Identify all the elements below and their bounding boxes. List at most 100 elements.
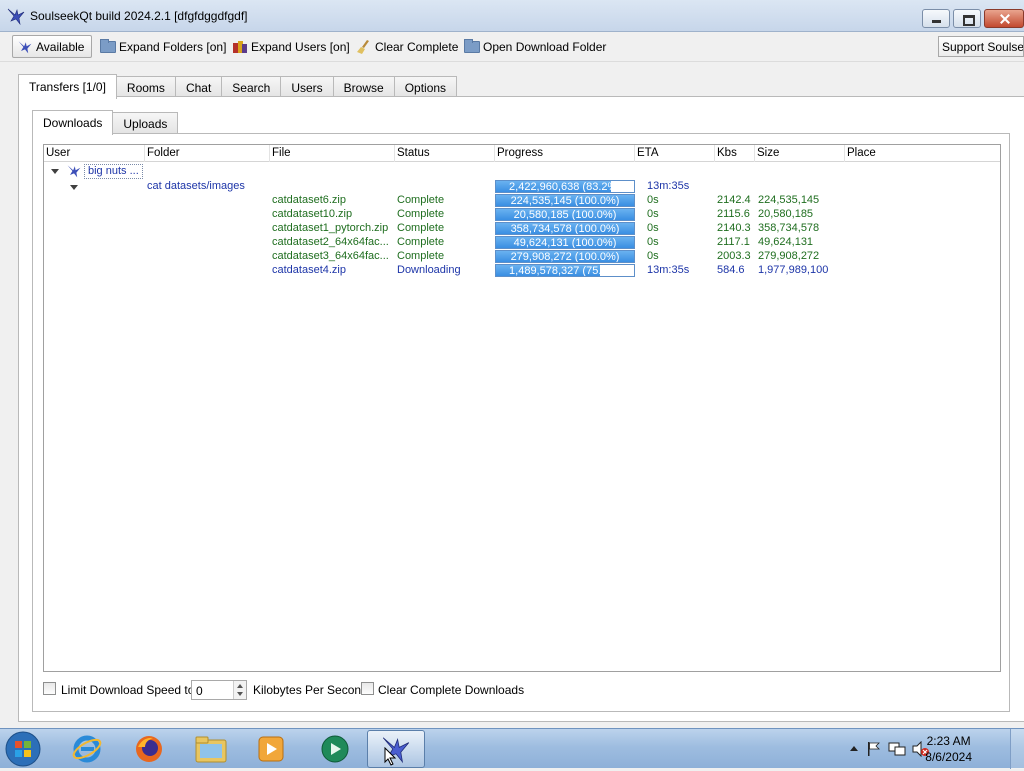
title-bar: SoulseekQt build 2024.2.1 [dfgfdggdfgdf]: [0, 0, 1024, 32]
file-kbs: 2142.4: [717, 194, 751, 206]
limit-speed-checkbox[interactable]: [43, 682, 56, 695]
tab-options[interactable]: Options: [393, 76, 458, 98]
media-player-icon: [258, 736, 284, 762]
file-progress-bar: 1,489,578,327 (75.3%): [495, 264, 635, 277]
file-kbs: 2117.1: [717, 236, 750, 248]
tab-chat[interactable]: Chat: [174, 76, 223, 98]
soulseek-taskbar-button[interactable]: [367, 730, 425, 768]
users-icon: [233, 40, 247, 53]
start-button[interactable]: [4, 730, 48, 768]
tab-transfers[interactable]: Transfers [1/0]: [18, 74, 117, 99]
file-size: 20,580,185: [758, 208, 814, 220]
file-progress-text: 1,489,578,327 (75.3%): [509, 265, 621, 277]
broom-icon: [357, 39, 369, 54]
file-name: catdataset3_64x64fac...: [272, 250, 389, 262]
media-center-taskbar-button[interactable]: [306, 730, 364, 768]
tab-users[interactable]: Users: [280, 76, 334, 98]
file-status: Complete: [397, 208, 445, 220]
file-progress-bar: 20,580,185 (100.0%): [495, 208, 635, 221]
file-size: 1,977,989,100: [758, 264, 829, 276]
column-status[interactable]: Status: [395, 145, 495, 162]
available-button[interactable]: Available: [12, 35, 92, 58]
file-name: catdataset2_64x64fac...: [272, 236, 389, 248]
media-player-taskbar-button[interactable]: [242, 730, 300, 768]
file-eta: 0s: [647, 250, 659, 262]
file-explorer-taskbar-button[interactable]: [182, 730, 240, 768]
tab-rooms[interactable]: Rooms: [115, 76, 176, 98]
open-download-folder-label: Open Download Folder: [483, 39, 607, 54]
download-options: Limit Download Speed to 0 Kilobytes Per …: [40, 680, 740, 700]
file-progress-text: 358,734,578 (100.0%): [510, 223, 620, 235]
clock[interactable]: 2:23 AM 8/6/2024: [925, 733, 972, 765]
show-hidden-icons-arrow-icon[interactable]: [850, 745, 858, 751]
maximize-button[interactable]: [953, 9, 981, 28]
show-desktop-button[interactable]: [1010, 729, 1024, 769]
speed-limit-spinbox[interactable]: 0: [191, 680, 247, 700]
clear-complete-downloads-label: Clear Complete Downloads: [378, 683, 525, 697]
open-download-folder-button[interactable]: Open Download Folder: [464, 35, 606, 58]
internet-explorer-taskbar-button[interactable]: [58, 730, 116, 768]
clock-date: 8/6/2024: [925, 750, 972, 764]
column-folder[interactable]: Folder: [145, 145, 270, 162]
tab-uploads[interactable]: Uploads: [112, 112, 179, 134]
expand-users-label: Expand Users [on]: [251, 39, 350, 54]
close-button[interactable]: [984, 9, 1024, 28]
collapse-folder-arrow-icon[interactable]: [70, 185, 78, 190]
user-row[interactable]: big nuts ...: [66, 163, 143, 179]
file-progress-text: 279,908,272 (100.0%): [510, 251, 620, 263]
tab-downloads[interactable]: Downloads: [32, 110, 114, 135]
file-eta: 0s: [647, 236, 659, 248]
minimize-button[interactable]: [922, 9, 950, 28]
downloads-tree[interactable]: User Folder File Status Progress ETA Kbs…: [43, 144, 1001, 672]
folder-progress-text: 2,422,960,638 (83.2%): [509, 181, 621, 193]
file-progress-bar: 279,908,272 (100.0%): [495, 250, 635, 263]
column-size[interactable]: Size: [755, 145, 845, 162]
internet-explorer-icon: [72, 735, 102, 763]
taskbar: 2:23 AM 8/6/2024: [0, 728, 1024, 769]
folder-progress-bar: 2,422,960,638 (83.2%): [495, 180, 635, 193]
expand-users-button[interactable]: Expand Users [on]: [232, 35, 350, 58]
column-progress[interactable]: Progress: [495, 145, 635, 162]
file-progress-text: 20,580,185 (100.0%): [513, 209, 617, 221]
file-size: 358,734,578: [758, 222, 820, 234]
folder-name[interactable]: cat datasets/images: [147, 180, 245, 192]
file-progress-text: 224,535,145 (100.0%): [510, 195, 620, 207]
column-kbs[interactable]: Kbs: [715, 145, 755, 162]
table-header: User Folder File Status Progress ETA Kbs…: [44, 145, 1000, 162]
file-eta: 13m:35s: [647, 264, 690, 276]
file-name: catdataset1_pytorch.zip: [272, 222, 389, 234]
support-soulseek-button[interactable]: Support Soulseek: [938, 36, 1024, 57]
toolbar: Available Expand Folders [on] Expand Use…: [0, 32, 1024, 62]
clock-time: 2:23 AM: [926, 734, 971, 748]
window-controls: [922, 9, 1024, 28]
firefox-taskbar-button[interactable]: [120, 730, 178, 768]
network-icon[interactable]: [888, 741, 906, 757]
file-progress-bar: 224,535,145 (100.0%): [495, 194, 635, 207]
limit-speed-label: Limit Download Speed to: [61, 683, 195, 697]
spin-arrows-icon[interactable]: [233, 681, 246, 699]
expand-folders-label: Expand Folders [on]: [119, 39, 227, 54]
firefox-icon: [136, 736, 162, 762]
window-title: SoulseekQt build 2024.2.1 [dfgfdggdfgdf]: [30, 9, 248, 23]
folder-eta: 13m:35s: [647, 180, 690, 192]
action-center-flag-icon[interactable]: [866, 741, 882, 757]
collapse-user-arrow-icon[interactable]: [51, 169, 59, 174]
clear-complete-button[interactable]: Clear Complete: [356, 35, 458, 58]
tab-search[interactable]: Search: [221, 76, 282, 98]
soulseek-bird-icon: [7, 8, 25, 26]
column-eta[interactable]: ETA: [635, 145, 715, 162]
column-file[interactable]: File: [270, 145, 395, 162]
file-status: Complete: [397, 194, 445, 206]
folder-icon: [100, 38, 116, 53]
tab-browse[interactable]: Browse: [332, 76, 395, 98]
clear-complete-downloads-checkbox[interactable]: [361, 682, 374, 695]
file-name: catdataset6.zip: [272, 194, 346, 206]
column-user[interactable]: User: [44, 145, 145, 162]
file-progress-text: 49,624,131 (100.0%): [513, 237, 617, 249]
media-center-icon: [321, 735, 349, 763]
file-eta: 0s: [647, 222, 659, 234]
column-place[interactable]: Place: [845, 145, 1000, 162]
kilobytes-per-second-label: Kilobytes Per Second: [253, 683, 368, 697]
expand-folders-button[interactable]: Expand Folders [on]: [100, 35, 226, 58]
file-status: Downloading: [397, 264, 461, 276]
